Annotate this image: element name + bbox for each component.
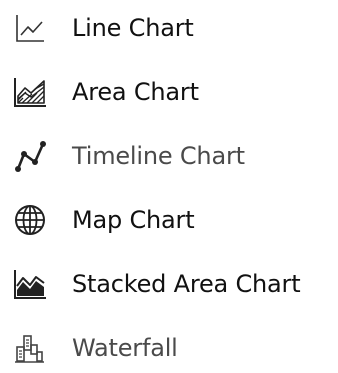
line-chart-icon	[8, 6, 52, 50]
menu-item-label: Map Chart	[72, 206, 195, 234]
timeline-chart-icon	[8, 134, 52, 178]
menu-item-area-chart[interactable]: Area Chart	[0, 67, 338, 117]
menu-item-label: Waterfall	[72, 334, 178, 362]
menu-item-label: Timeline Chart	[72, 142, 245, 170]
menu-item-map-chart[interactable]: Map Chart	[0, 195, 338, 245]
waterfall-chart-icon	[8, 326, 52, 370]
globe-icon	[8, 198, 52, 242]
menu-item-line-chart[interactable]: Line Chart	[0, 3, 338, 53]
stacked-area-chart-icon	[8, 262, 52, 306]
menu-item-timeline-chart[interactable]: Timeline Chart	[0, 131, 338, 181]
menu-item-label: Line Chart	[72, 14, 194, 42]
menu-item-label: Stacked Area Chart	[72, 270, 301, 298]
area-chart-icon	[8, 70, 52, 114]
menu-item-waterfall[interactable]: Waterfall	[0, 323, 338, 373]
menu-item-stacked-area-chart[interactable]: Stacked Area Chart	[0, 259, 338, 309]
chart-type-menu: Line Chart Area Chart Timeline Chart Map…	[0, 0, 338, 363]
menu-item-label: Area Chart	[72, 78, 199, 106]
